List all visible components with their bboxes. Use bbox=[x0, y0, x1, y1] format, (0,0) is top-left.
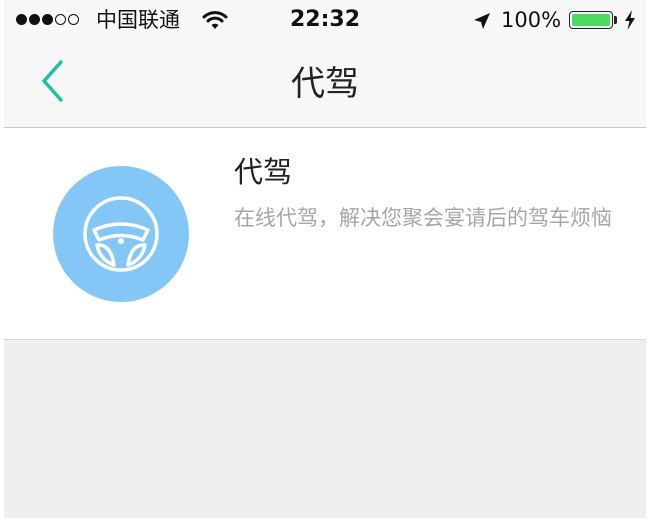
battery-tip bbox=[614, 16, 617, 24]
service-item-designated-driver[interactable]: 代驾 在线代驾，解决您聚会宴请后的驾车烦恼 bbox=[4, 128, 646, 340]
status-bar: 中国联通 22:32 100% bbox=[4, 0, 646, 40]
navigation-bar: 代驾 bbox=[4, 40, 646, 128]
steering-wheel-icon bbox=[83, 196, 159, 272]
charging-bolt-icon bbox=[624, 10, 636, 34]
app-screen: 中国联通 22:32 100% 代驾 代驾 在线代驾，解决您聚会宴请后的驾车烦恼 bbox=[4, 0, 646, 518]
battery-percentage: 100% bbox=[501, 8, 562, 32]
battery-icon bbox=[569, 11, 613, 29]
service-title: 代驾 bbox=[234, 155, 293, 189]
battery-level-fill bbox=[572, 14, 610, 26]
service-description: 在线代驾，解决您聚会宴请后的驾车烦恼 bbox=[234, 206, 612, 230]
service-icon-circle bbox=[53, 166, 189, 302]
page-title: 代驾 bbox=[291, 64, 359, 104]
location-arrow-icon bbox=[472, 11, 492, 35]
